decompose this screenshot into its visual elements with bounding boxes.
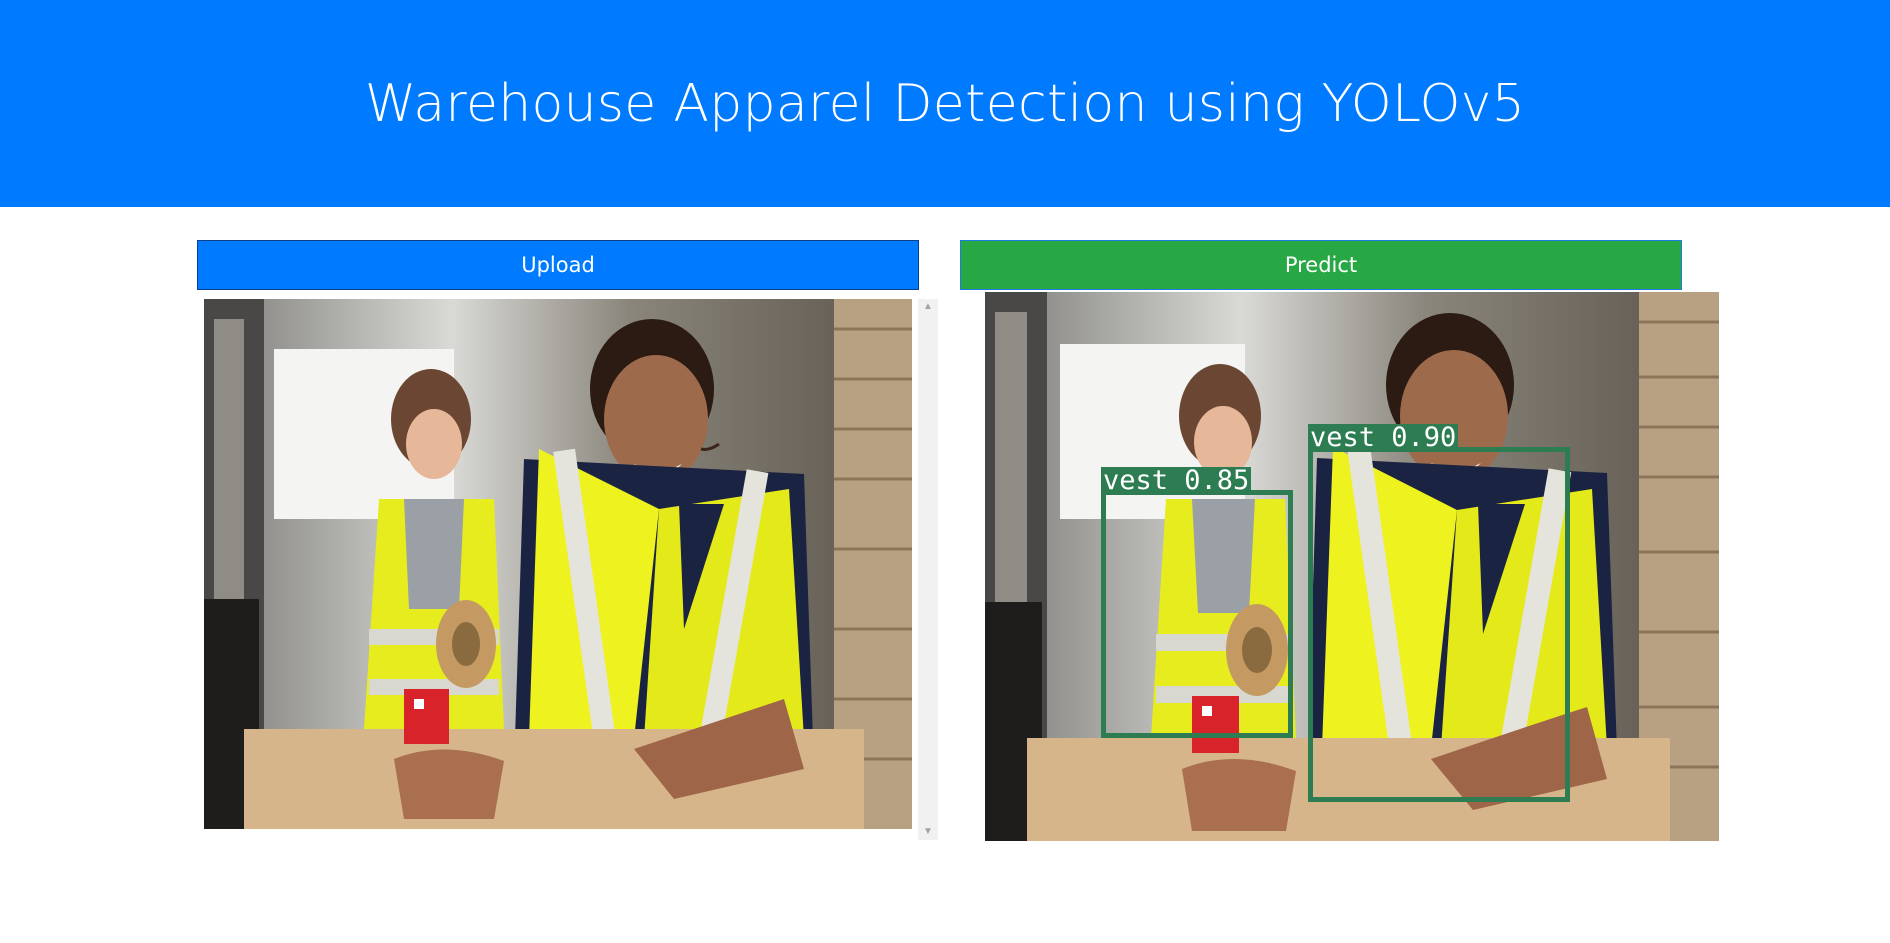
page-title: Warehouse Apparel Detection using YOLOv5 — [364, 73, 1526, 134]
detection-box-vest-1 — [1101, 490, 1293, 738]
detection-box-vest-2 — [1308, 447, 1570, 802]
detection-label-vest-1: vest 0.85 — [1101, 465, 1252, 496]
input-image — [204, 299, 912, 829]
input-image-panel[interactable]: ▲ ▼ — [204, 299, 939, 840]
predict-button[interactable]: Predict — [960, 240, 1682, 290]
upload-button[interactable]: Upload — [197, 240, 919, 290]
scroll-down-arrow-icon[interactable]: ▼ — [918, 824, 938, 840]
input-panel-scrollbar[interactable]: ▲ ▼ — [918, 299, 938, 840]
detection-label-vest-2: vest 0.90 — [1308, 422, 1459, 453]
scroll-up-arrow-icon[interactable]: ▲ — [918, 299, 938, 315]
output-image: vest 0.85 vest 0.90 — [985, 292, 1719, 841]
page-header: Warehouse Apparel Detection using YOLOv5 — [0, 0, 1890, 207]
